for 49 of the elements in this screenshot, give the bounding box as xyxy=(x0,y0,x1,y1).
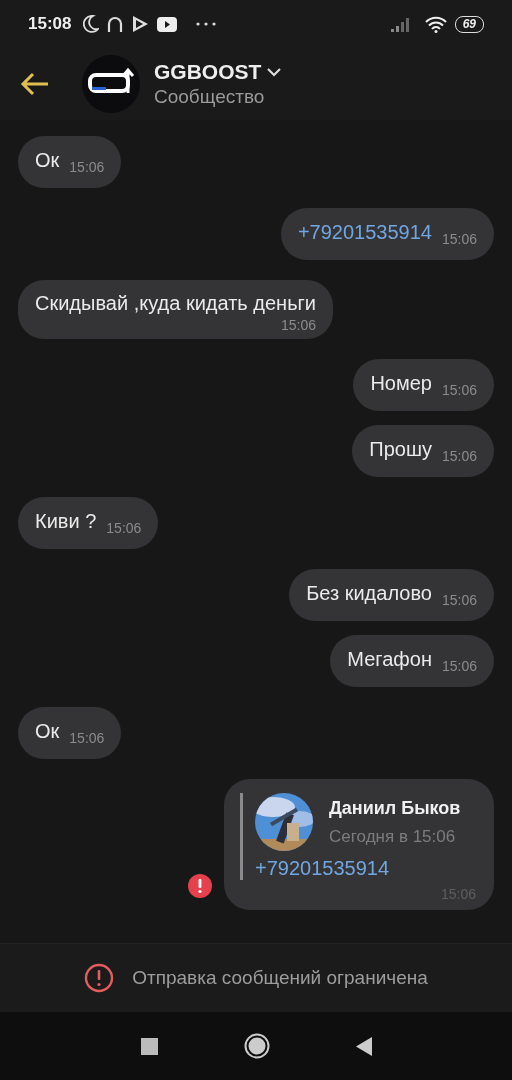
message-time: 15:06 xyxy=(441,448,477,464)
message-text: Ок xyxy=(35,719,60,743)
message-time: 15:06 xyxy=(280,317,316,333)
notice-text: Отправка сообщений ограничена xyxy=(132,967,428,989)
message-bubble[interactable]: Ок 15:06 xyxy=(18,707,122,759)
message-time: 15:06 xyxy=(441,231,477,247)
message-time: 15:06 xyxy=(441,592,477,608)
community-logo-icon[interactable] xyxy=(82,55,140,113)
status-time: 15:08 xyxy=(28,14,72,34)
recents-icon[interactable] xyxy=(140,1037,158,1055)
warning-icon xyxy=(84,963,115,993)
phone-link[interactable]: +79201535914 xyxy=(297,220,432,244)
message-bubble[interactable]: Киви ? 15:06 xyxy=(18,497,159,549)
video-play-icon xyxy=(157,16,178,32)
phone-link[interactable]: +79201535914 xyxy=(255,857,476,880)
more-icon xyxy=(195,21,218,27)
wifi-icon xyxy=(424,15,447,33)
message-time: 15:06 xyxy=(441,658,477,674)
moon-icon xyxy=(83,15,100,33)
message-text: Без кидалово xyxy=(306,581,432,605)
message-time: 15:06 xyxy=(106,520,142,536)
message-bubble[interactable]: Мегафон 15:06 xyxy=(330,635,494,687)
chevron-down-icon xyxy=(267,67,282,77)
message-bubble[interactable]: Скидывай ,куда кидать деньги 15:06 xyxy=(18,280,333,339)
message-text: Прошу xyxy=(369,437,432,461)
message-bubble[interactable]: Прошу 15:06 xyxy=(352,425,494,477)
community-name[interactable]: GGBOOST xyxy=(154,60,262,84)
signal-icon xyxy=(390,16,411,32)
back-arrow-icon[interactable] xyxy=(20,72,50,96)
message-text: Ок xyxy=(35,148,60,172)
message-bubble[interactable]: Без кидалово 15:06 xyxy=(289,569,494,621)
community-label: Сообщество xyxy=(154,86,266,108)
message-bubble[interactable]: Номер 15:06 xyxy=(353,359,494,411)
message-text: Мегафон xyxy=(347,647,432,671)
message-bubble[interactable]: Ок 15:06 xyxy=(18,136,122,188)
battery-level: 69 xyxy=(454,15,484,33)
message-text: Номер xyxy=(370,371,432,395)
forwarded-date: Сегодня в 15:06 xyxy=(329,826,457,847)
back-icon[interactable] xyxy=(355,1036,372,1056)
play-store-icon xyxy=(131,15,150,33)
message-time: 15:06 xyxy=(441,382,477,398)
home-icon[interactable] xyxy=(243,1033,270,1059)
message-text: Киви ? xyxy=(35,509,97,533)
message-time: 15:06 xyxy=(69,730,105,746)
headphones-icon xyxy=(107,15,124,33)
message-time: 15:06 xyxy=(69,159,105,175)
forwarded-author-name: Даниил Быков xyxy=(329,797,461,819)
message-bubble[interactable]: +79201535914 15:06 xyxy=(280,208,494,260)
message-text: Скидывай ,куда кидать деньги xyxy=(35,292,316,315)
